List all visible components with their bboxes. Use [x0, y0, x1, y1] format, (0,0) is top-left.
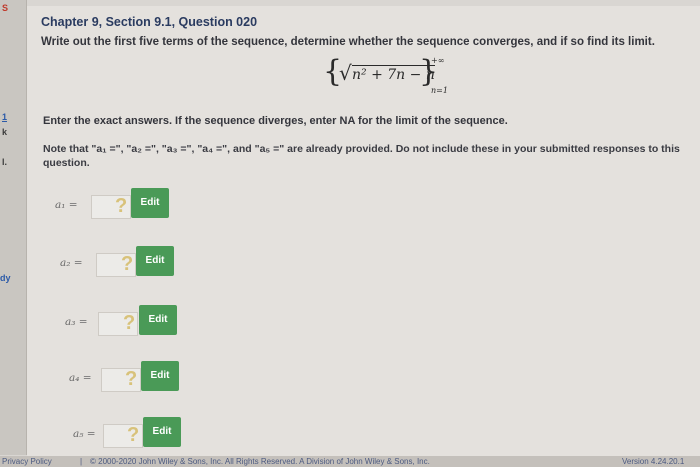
- edit-button-a1[interactable]: Edit: [131, 188, 169, 218]
- answer-input-a1[interactable]: ?: [91, 195, 131, 219]
- page-footer: Privacy Policy | © 2000-2020 John Wiley …: [0, 456, 700, 467]
- question-panel: Chapter 9, Section 9.1, Question 020 Wri…: [27, 6, 700, 456]
- sqrt-symbol: √: [339, 61, 352, 85]
- formula-upper-limit: +∞: [431, 56, 445, 65]
- sidebar-glyph-3: l.: [2, 157, 8, 167]
- answer-note: Note that "a₁ =", "a₂ =", "a₃ =", "a₄ ="…: [43, 143, 680, 169]
- answer-label-a5: a₅ =: [73, 428, 96, 440]
- answer-label-a2: a₂ =: [60, 257, 83, 269]
- left-sidebar: S 1 k l. dy: [0, 0, 27, 455]
- edit-button-a3[interactable]: Edit: [139, 305, 177, 335]
- footer-separator: |: [80, 457, 83, 466]
- question-mark-icon: ?: [127, 424, 140, 446]
- answer-label-a1: a₁ =: [55, 199, 78, 211]
- question-mark-icon: ?: [121, 253, 134, 275]
- edit-button-a2[interactable]: Edit: [136, 246, 174, 276]
- privacy-policy-link[interactable]: Privacy Policy: [2, 456, 52, 467]
- question-mark-icon: ?: [125, 368, 138, 390]
- answer-input-a3[interactable]: ?: [98, 312, 138, 336]
- formula-lower-limit: n=1: [431, 86, 448, 95]
- sidebar-glyph-2: k: [2, 127, 8, 137]
- edit-button-a4[interactable]: Edit: [141, 361, 179, 391]
- question-mark-icon: ?: [123, 312, 136, 334]
- answer-label-a3: a₃ =: [65, 316, 88, 328]
- question-mark-icon: ?: [115, 195, 128, 217]
- sequence-formula: { √ n² + 7n − n } +∞ n=1: [319, 54, 449, 98]
- answer-input-a2[interactable]: ?: [96, 253, 136, 277]
- answer-input-a4[interactable]: ?: [101, 368, 141, 392]
- sidebar-glyph-top: S: [2, 3, 9, 13]
- footer-version: Version 4.24.20.1: [622, 457, 685, 466]
- sidebar-study-link[interactable]: dy: [0, 273, 11, 283]
- answer-label-a4: a₄ =: [69, 372, 92, 384]
- exact-answers-instruction: Enter the exact answers. If the sequence…: [43, 115, 508, 127]
- question-instruction: Write out the first five terms of the se…: [41, 36, 655, 48]
- question-title: Chapter 9, Section 9.1, Question 020: [41, 15, 258, 29]
- edit-button-a5[interactable]: Edit: [143, 417, 181, 447]
- sidebar-glyph-1[interactable]: 1: [2, 112, 7, 122]
- answer-input-a5[interactable]: ?: [103, 424, 143, 448]
- footer-copyright: © 2000-2020 John Wiley & Sons, Inc. All …: [90, 457, 430, 466]
